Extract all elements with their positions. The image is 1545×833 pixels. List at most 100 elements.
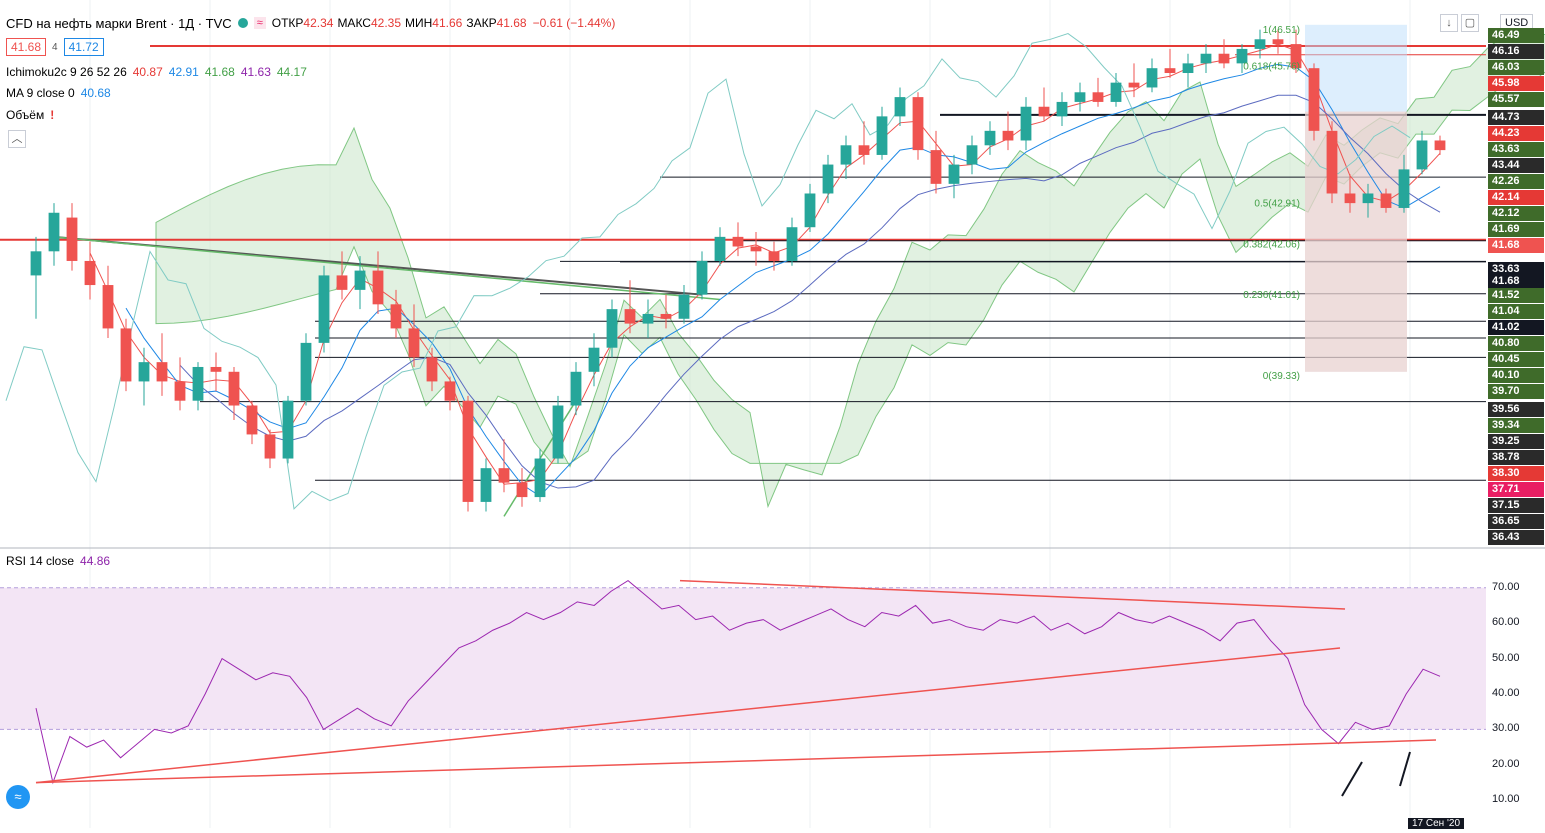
candle-body [714,236,726,261]
candle-body [282,400,294,459]
candle-body [498,468,510,483]
ichimoku-lead-a: 41.63 [240,65,271,79]
price-axis-label: 42.14 [1488,190,1544,205]
price-axis-label: 41.04 [1488,304,1544,319]
candle-body [264,434,276,459]
price-axis-label: 46.49 [1488,28,1544,43]
ma-legend[interactable]: MA 9 close 0 40.68 [6,84,111,102]
candle-body [480,468,492,502]
arrow-down-icon[interactable]: ↓ [1440,14,1458,32]
rsi-axis-label: 30.00 [1492,722,1520,735]
crosshair-date-label: 17 Сен '20 [1408,818,1465,829]
candle-body [1218,53,1230,64]
ohlc-value: 41.66 [432,16,463,30]
compare-icon[interactable]: ≈ [253,17,266,29]
fib-zone [1305,111,1407,372]
candle-body [984,130,996,146]
candle-body [444,381,456,401]
price-axis-label: 39.25 [1488,434,1544,449]
fullscreen-icon[interactable]: ▢ [1461,14,1479,32]
price-chart-svg[interactable]: 1(46.51) 0.618(45.76) 0.5(42.91) 0.382(42.0… [0,0,1545,828]
candle-body [84,260,96,286]
candle-body [426,357,438,382]
ichimoku-legend[interactable]: Ichimoku2c 9 26 52 26 40.87 42.91 41.68 … [6,63,307,81]
candle-body [948,164,960,184]
price-axis-label: 41.68 [1488,274,1544,289]
fib-label: 0.5(42.91) [1254,199,1300,210]
symbol-title[interactable]: CFD на нефть марки Brent · 1Д · TVC [6,16,232,31]
rsi-axis-label: 20.00 [1492,757,1520,770]
candle-body [966,145,978,165]
arrow-icon [1341,761,1363,797]
price-axis-label: 43.44 [1488,158,1544,173]
indicator-badge-icon[interactable] [237,18,248,28]
candle-body [228,371,240,406]
candle-body [1182,63,1194,74]
ohlc-МАКС: МАКС42.35 [337,16,401,30]
candle-body [120,328,132,382]
candle-body [1056,101,1068,117]
rsi-axis-label: 50.00 [1492,651,1520,664]
price-axis-label: 44.73 [1488,110,1544,125]
candle-body [1020,106,1032,141]
ma-label: MA 9 close 0 [6,86,75,100]
chart-area[interactable]: 1(46.51) 0.618(45.76) 0.5(42.91) 0.382(42.0… [0,0,1545,828]
candle-body [840,145,852,165]
price-axis-label: 36.65 [1488,514,1544,529]
candle-body [1164,68,1176,74]
candle-body [462,400,474,502]
rsi-label: RSI 14 close [6,554,75,568]
price-axis-label: 46.03 [1488,60,1544,75]
candle-body [1380,193,1392,208]
candle-body [246,405,258,435]
price-axis-label: 40.10 [1488,368,1544,383]
candle-body [642,313,654,324]
header-legend: CFD на нефть марки Brent · 1Д · TVC ≈ ОТ… [6,14,615,32]
candle-body [318,275,330,343]
price-axis-label: 45.98 [1488,76,1544,91]
ohlc-МИН: МИН41.66 [405,16,462,30]
candle-body [156,362,168,382]
candle-body [516,482,528,498]
ichimoku-lagging: 41.68 [204,65,235,79]
candle-body [930,150,942,184]
ichimoku-base: 42.91 [168,65,199,79]
candle-body [354,270,366,290]
price-axis-label: 39.70 [1488,384,1544,399]
candle-body [678,294,690,319]
spread-value: 4 [52,41,58,53]
rsi-axis-label: 60.00 [1492,616,1520,629]
candle-body [174,381,186,401]
tradingview-logo-icon[interactable]: ≈ [6,785,30,809]
candle-body [300,342,312,401]
volume-legend[interactable]: Объём ! [6,106,54,124]
candle-body [732,236,744,247]
candle-body [768,251,780,261]
fib-label: 0.236(41.01) [1243,290,1300,301]
collapse-legend-icon[interactable]: ︿ [8,130,26,148]
price-axis[interactable]: 46.49 46.16 46.03 45.98 45.57 44.73 44.23 43.63… [1486,0,1545,548]
ma-value: 40.68 [80,86,111,100]
change-value: −0.61 (−1.44%) [532,16,616,30]
bid-price[interactable]: 41.68 [6,38,47,56]
candle-body [1416,140,1428,170]
candle-body [1398,169,1410,208]
warning-icon[interactable]: ! [50,108,54,122]
candle-body [66,217,78,261]
price-axis-label: 41.02 [1488,320,1544,335]
price-axis-label: 37.15 [1488,498,1544,513]
candle-body [804,193,816,228]
candle-body [1128,82,1140,88]
ask-price[interactable]: 41.72 [63,38,104,56]
candle-body [876,116,888,155]
rsi-value: 44.86 [80,554,111,568]
price-axis-label: 41.68 [1488,238,1544,253]
ohlc-label: ОТКР [271,16,304,30]
rsi-axis[interactable]: 70.00 60.00 50.00 40.00 30.00 20.00 10.00 [1486,548,1545,828]
rsi-legend[interactable]: RSI 14 close 44.86 [6,552,110,570]
ohlc-value: 42.35 [370,16,401,30]
candle-body [102,285,114,329]
candle-body [1308,68,1320,131]
ichimoku-label: Ichimoku2c 9 26 52 26 [6,65,127,79]
candle-body [750,246,762,252]
